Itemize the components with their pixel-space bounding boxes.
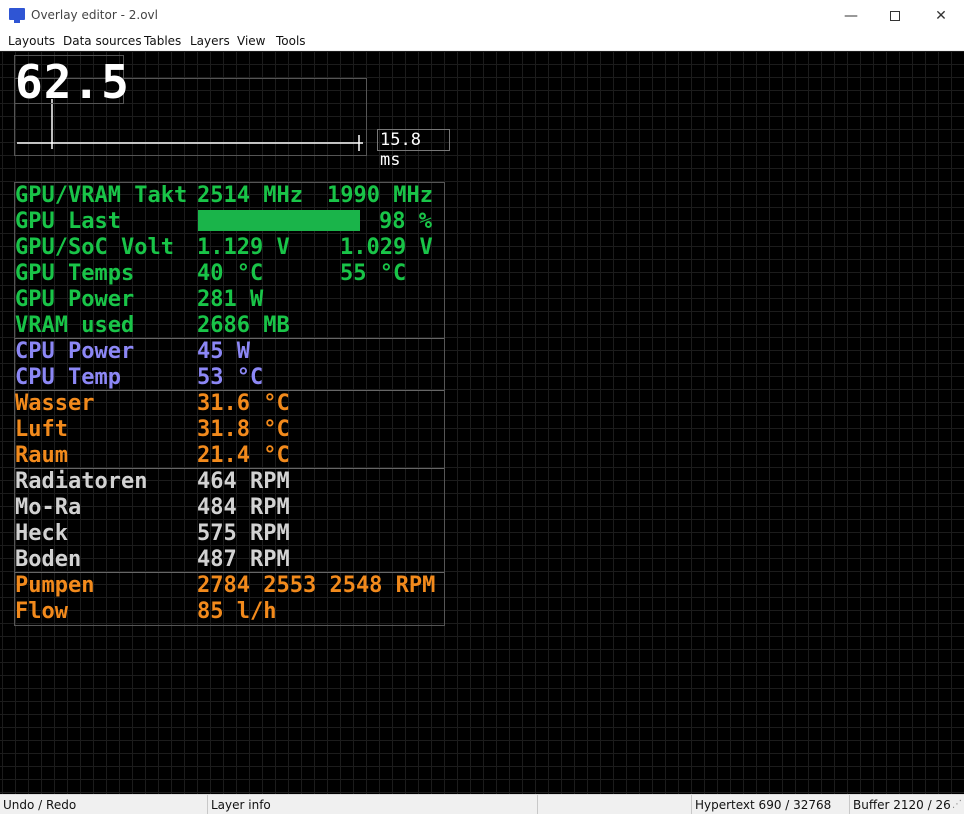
row-value: 21.4 °C	[197, 443, 290, 468]
row-value: 281 W	[197, 287, 264, 312]
title-bar: Overlay editor - 2.ovl — ✕	[0, 0, 964, 31]
row-label: GPU/SoC Volt	[15, 235, 174, 260]
status-buffer: Buffer 2120 / 262	[853, 798, 950, 812]
minimize-button[interactable]: —	[828, 0, 874, 31]
row-value: 31.6 °C	[197, 391, 290, 416]
row-value: 45 W	[197, 339, 250, 364]
window-title: Overlay editor - 2.ovl	[31, 8, 158, 22]
row-label: Heck	[15, 521, 68, 546]
close-button[interactable]: ✕	[918, 0, 964, 31]
menu-tools[interactable]: Tools	[276, 34, 306, 48]
row-label: Wasser	[15, 391, 95, 416]
row-value: 487 RPM	[197, 547, 290, 572]
monitor-icon	[9, 8, 25, 23]
menu-layouts[interactable]: Layouts	[8, 34, 55, 48]
fps-counter[interactable]: 62.5	[14, 55, 129, 108]
row-label: Raum	[15, 443, 68, 468]
row-label: Pumpen	[15, 573, 95, 598]
row-value: 53 °C	[197, 365, 264, 390]
row-label: Luft	[15, 417, 68, 442]
status-layer-info: Layer info	[208, 795, 538, 814]
frametime-label[interactable]: 15.8 ms	[377, 129, 450, 170]
close-icon: ✕	[935, 7, 947, 24]
menu-data-sources[interactable]: Data sources	[63, 34, 142, 48]
row-value: 85 l/h	[197, 599, 277, 624]
resize-grip-icon[interactable]: ⋰	[952, 799, 962, 810]
row-value: 2514 MHz	[197, 183, 303, 208]
row-value: 484 RPM	[197, 495, 290, 520]
menu-bar: Layouts Data sources Tables Layers View …	[0, 31, 964, 51]
minimize-icon: —	[844, 7, 858, 24]
row-label: Boden	[15, 547, 82, 572]
row-value: 464 RPM	[197, 469, 290, 494]
fps-value: 62.5	[15, 55, 130, 109]
row-value: 31.8 °C	[197, 417, 290, 442]
row-label: GPU Last	[15, 209, 121, 234]
row-value-2: 55 °C	[340, 261, 407, 286]
row-value-2: 1.029 V	[340, 235, 433, 260]
row-label: Flow	[15, 599, 68, 624]
row-label: GPU Power	[15, 287, 135, 312]
maximize-button[interactable]	[872, 0, 918, 31]
menu-view[interactable]: View	[237, 34, 265, 48]
maximize-icon	[890, 10, 900, 21]
status-bar: Undo / Redo Layer info Hypertext 690 / 3…	[0, 794, 964, 814]
row-label: Mo-Ra	[15, 495, 82, 520]
row-value: 2784 2553 2548 RPM	[197, 573, 436, 598]
status-hypertext: Hypertext 690 / 32768	[692, 795, 850, 814]
row-label: CPU Temp	[15, 365, 121, 390]
row-label: VRAM used	[15, 313, 135, 338]
row-value: 1.129 V	[197, 235, 290, 260]
row-label: GPU Temps	[15, 261, 135, 286]
row-value-2: 1990 MHz	[327, 183, 433, 208]
overlay-canvas[interactable]: 62.5 15.8 ms GPU/VRAM Takt 2514 MHz 1990…	[0, 51, 964, 794]
sensor-table[interactable]: GPU/VRAM Takt 2514 MHz 1990 MHz GPU Last…	[14, 182, 445, 626]
gpu-load-bar	[198, 210, 360, 231]
row-value: 40 °C	[197, 261, 264, 286]
status-undo-redo: Undo / Redo	[0, 795, 208, 814]
row-value: 2686 MB	[197, 313, 290, 338]
row-value: 98 %	[379, 209, 432, 234]
menu-layers[interactable]: Layers	[190, 34, 230, 48]
row-label: Radiatoren	[15, 469, 148, 494]
menu-tables[interactable]: Tables	[144, 34, 181, 48]
row-label: GPU/VRAM Takt	[15, 183, 188, 208]
row-label: CPU Power	[15, 339, 135, 364]
row-value: 575 RPM	[197, 521, 290, 546]
status-spacer	[538, 795, 692, 814]
